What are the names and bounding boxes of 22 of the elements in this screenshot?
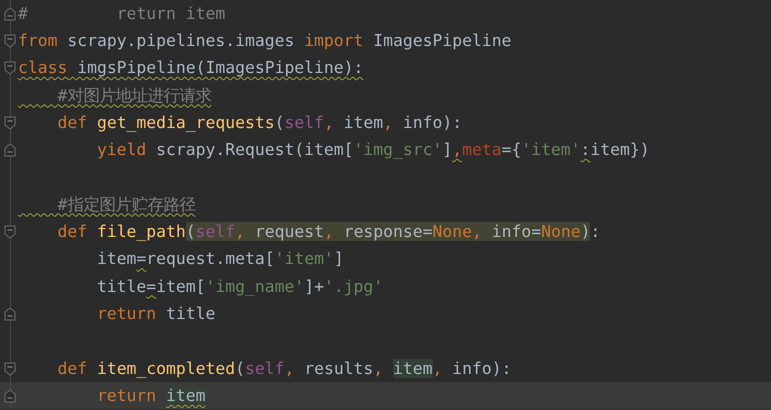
code-line: def get_media_requests(self, item, info):	[56, 112, 462, 134]
code-line: def item_completed(self, results, item, info):	[56, 358, 512, 380]
fold-collapse-icon[interactable]	[4, 34, 16, 48]
code-line: #对图片地址进行请求	[56, 84, 212, 107]
code-line: title=item['img_name']+'.jpg'	[96, 276, 384, 298]
fold-collapse-icon[interactable]	[4, 61, 16, 76]
code-line: return item	[96, 384, 206, 407]
code-line: from scrapy.pipelines.images import ImagesPipeline	[18, 30, 512, 52]
code-line: yield scrapy.Request(item['img_src'],meta={'item':item})	[96, 139, 650, 162]
code-line: return title	[96, 302, 216, 325]
fold-end-icon[interactable]	[4, 6, 16, 21]
code-line: class imgsPipeline(ImagesPipeline):	[18, 57, 364, 80]
code-line: # return item	[18, 2, 226, 25]
fold-collapse-icon[interactable]	[4, 116, 16, 130]
code-line: item=request.meta['item']	[96, 248, 344, 270]
code-line: def file_path(self, request, response=None, info=None):	[56, 221, 600, 244]
fold-end-icon[interactable]	[4, 306, 16, 321]
fold-collapse-icon[interactable]	[4, 362, 16, 376]
fold-end-icon[interactable]	[4, 388, 16, 403]
fold-end-icon[interactable]	[4, 143, 16, 158]
code-line: #指定图片贮存路径	[56, 194, 196, 216]
fold-collapse-icon[interactable]	[4, 225, 16, 240]
